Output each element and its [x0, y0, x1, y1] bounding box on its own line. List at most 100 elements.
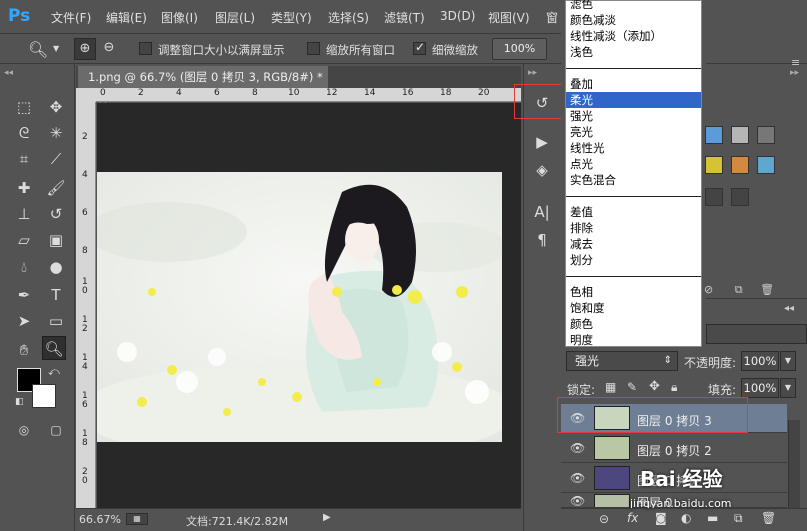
visibility-eye-icon[interactable]: 👁︎ — [570, 471, 585, 485]
menu-window[interactable]: 窗 — [546, 9, 558, 26]
blend-mode-list[interactable]: 滤色 颜色减淡 线性减淡（添加） 浅色 叠加 柔光 强光 亮光 线性光 点光 实… — [565, 0, 702, 347]
zoom-all-checkbox[interactable] — [307, 42, 320, 55]
scrubby-zoom-checkbox[interactable] — [413, 40, 426, 55]
eyedropper-tool-icon[interactable]: ⟋ — [44, 147, 68, 171]
blend-difference[interactable]: 差值 — [570, 204, 699, 220]
style-swatch[interactable] — [731, 188, 749, 206]
blend-exclusion[interactable]: 排除 — [570, 220, 699, 236]
collapse-icons-icon[interactable]: ▸▸ — [528, 68, 537, 78]
style-swatch[interactable] — [757, 156, 775, 174]
blend-subtract[interactable]: 减去 — [570, 236, 699, 252]
blend-soft-light[interactable]: 柔光 — [566, 92, 701, 108]
new-group-icon[interactable]: ▬ — [707, 511, 718, 525]
swap-colors-icon[interactable]: ⤺ — [48, 365, 60, 379]
blend-color[interactable]: 颜色 — [570, 316, 699, 332]
hand-tool-icon[interactable]: ✋︎ — [12, 338, 36, 362]
clone-stamp-tool-icon[interactable]: ⊥ — [12, 202, 36, 226]
actions-panel-icon[interactable]: ▶ — [531, 131, 553, 153]
type-tool-icon[interactable]: T — [44, 283, 68, 307]
background-color-swatch[interactable] — [32, 384, 56, 408]
menu-file[interactable]: 文件(F) — [51, 9, 91, 26]
document-tab[interactable]: 1.png @ 66.7% (图层 0 拷贝 3, RGB/8#) * × — [78, 66, 328, 106]
quick-mask-icon[interactable]: ◎ — [12, 418, 36, 442]
zoom-in-icon[interactable]: ⊕ — [74, 38, 96, 60]
blur-tool-icon[interactable]: 💧︎ — [12, 255, 36, 279]
opacity-input[interactable]: 100% — [741, 351, 779, 371]
move-tool-icon[interactable]: ✥ — [44, 95, 68, 119]
style-swatch[interactable] — [731, 126, 749, 144]
dodge-tool-icon[interactable]: ● — [44, 255, 68, 279]
menu-3d[interactable]: 3D(D) — [440, 9, 475, 23]
menu-edit[interactable]: 编辑(E) — [106, 9, 147, 26]
blend-pin-light[interactable]: 点光 — [570, 156, 699, 172]
paragraph-panel-icon[interactable]: ¶ — [531, 229, 553, 251]
menu-filter[interactable]: 滤镜(T) — [384, 9, 425, 26]
status-menu-arrow-icon[interactable]: ▶ — [323, 512, 331, 523]
collapse-toolbar-icon[interactable]: ◂◂ — [4, 68, 13, 78]
healing-brush-tool-icon[interactable]: ✚ — [12, 176, 36, 200]
layer-filter-box[interactable] — [706, 324, 807, 344]
zoom-percentage[interactable]: 66.67% — [79, 513, 121, 526]
zoom-out-icon[interactable]: ⊖ — [98, 38, 120, 60]
style-swatch[interactable] — [705, 126, 723, 144]
rectangle-tool-icon[interactable]: ▭ — [44, 309, 68, 333]
screen-mode-icon[interactable]: ▢ — [44, 418, 68, 442]
zoom-tool-active-icon[interactable]: 🔍︎ — [42, 336, 66, 360]
path-selection-tool-icon[interactable]: ➤ — [12, 309, 36, 333]
status-info-icon[interactable]: ▦ — [126, 513, 148, 525]
menu-layer[interactable]: 图层(L) — [215, 9, 255, 26]
blend-overlay[interactable]: 叠加 — [570, 76, 699, 92]
fill-input[interactable]: 100% — [741, 378, 779, 398]
fx-icon[interactable]: fx — [627, 511, 638, 525]
blend-mode-select[interactable]: 强光 ⇕ — [566, 351, 678, 371]
style-swatch[interactable] — [705, 156, 723, 174]
blend-hard-mix[interactable]: 实色混合 — [570, 172, 699, 188]
blend-linear-light[interactable]: 线性光 — [570, 140, 699, 156]
blend-saturation[interactable]: 饱和度 — [570, 300, 699, 316]
marquee-tool-icon[interactable]: ⬚ — [12, 95, 36, 119]
lock-pixels-icon[interactable]: ✎ — [627, 380, 637, 394]
lock-position-icon[interactable]: ✥ — [649, 379, 660, 394]
link-layers-icon[interactable]: ⊝ — [599, 512, 609, 526]
style-swatch[interactable] — [705, 188, 723, 206]
style-swatch[interactable] — [757, 126, 775, 144]
collapse-panels-icon[interactable]: ▸▸ — [790, 68, 799, 78]
style-swatch[interactable] — [731, 156, 749, 174]
canvas-photo[interactable] — [97, 172, 502, 442]
menu-view[interactable]: 视图(V) — [488, 9, 530, 26]
gradient-tool-icon[interactable]: ▣ — [44, 228, 68, 252]
blend-color-dodge[interactable]: 颜色减淡 — [570, 12, 699, 28]
default-colors-icon[interactable]: ◧ — [15, 397, 24, 407]
resize-windows-checkbox[interactable] — [139, 42, 152, 55]
clear-style-icon[interactable]: ⊘ — [704, 283, 713, 296]
layer-row[interactable]: 👁︎ 图层 0 拷贝 2 — [561, 434, 787, 463]
blend-screen[interactable]: 滤色 — [570, 0, 699, 12]
lasso-tool-icon[interactable]: ᘓ — [12, 121, 36, 145]
zoom-tool-icon[interactable]: 🔍︎ — [28, 40, 48, 59]
blend-lighter-color[interactable]: 浅色 — [570, 44, 699, 60]
delete-layer-icon[interactable]: 🗑︎ — [761, 511, 776, 525]
zoom-100-button[interactable]: 100% — [492, 38, 547, 60]
menu-select[interactable]: 选择(S) — [328, 9, 369, 26]
blend-hue[interactable]: 色相 — [570, 284, 699, 300]
menu-image[interactable]: 图像(I) — [161, 9, 198, 26]
blend-vivid-light[interactable]: 亮光 — [570, 124, 699, 140]
crop-tool-icon[interactable]: ⌗ — [12, 147, 36, 171]
new-layer-icon[interactable]: ⧉ — [734, 511, 743, 526]
history-brush-tool-icon[interactable]: ↺ — [44, 202, 68, 226]
character-panel-icon[interactable]: A| — [531, 201, 553, 223]
lock-all-icon[interactable]: 🔒︎ — [671, 380, 677, 395]
layers-collapse-icon[interactable]: ◂◂ — [784, 303, 794, 314]
delete-style-icon[interactable]: 🗑︎ — [760, 283, 774, 296]
opacity-dropdown-icon[interactable]: ▼ — [780, 351, 796, 371]
menu-type[interactable]: 类型(Y) — [271, 9, 312, 26]
blend-hard-light[interactable]: 强光 — [570, 108, 699, 124]
fill-dropdown-icon[interactable]: ▼ — [780, 378, 796, 398]
add-mask-icon[interactable]: ◙ — [655, 511, 667, 525]
magic-wand-tool-icon[interactable]: ✳ — [44, 121, 68, 145]
blend-linear-dodge[interactable]: 线性减淡（添加） — [570, 28, 699, 44]
layers-scrollbar[interactable] — [788, 420, 800, 508]
visibility-eye-icon[interactable]: 👁︎ — [570, 494, 585, 507]
visibility-eye-icon[interactable]: 👁︎ — [570, 441, 585, 455]
blend-divide[interactable]: 划分 — [570, 252, 699, 268]
